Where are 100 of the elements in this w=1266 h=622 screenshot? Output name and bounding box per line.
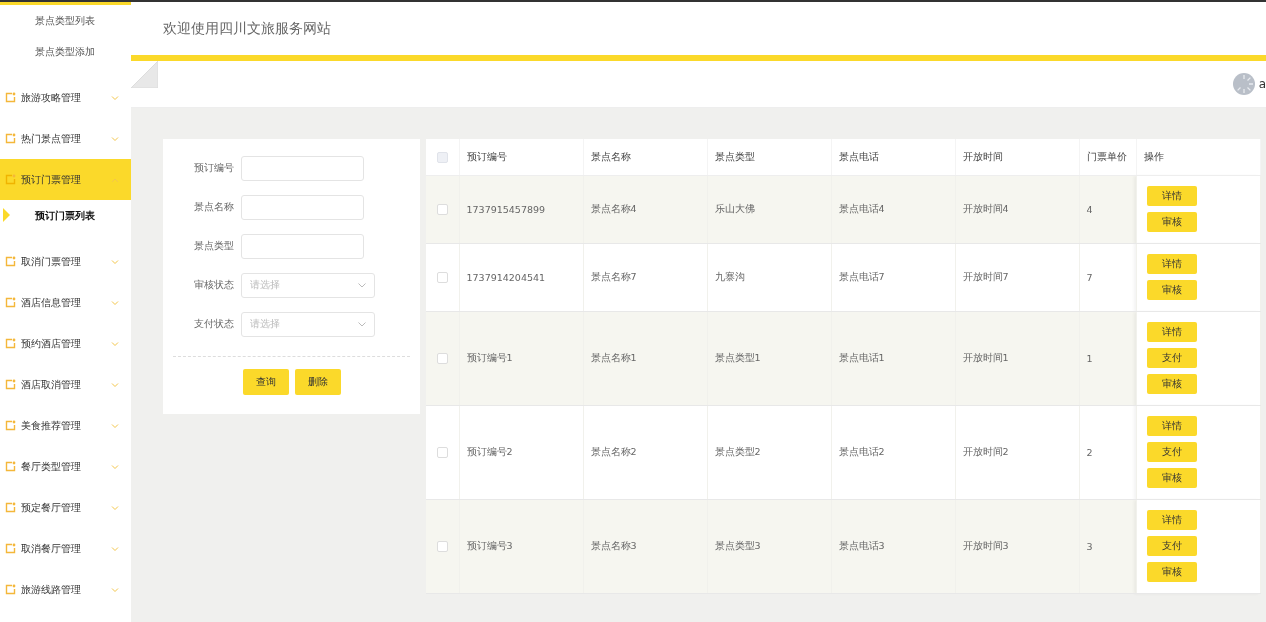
folder-icon	[5, 584, 16, 595]
folder-icon	[5, 420, 16, 431]
chevron-icon	[111, 586, 119, 593]
checkbox[interactable]	[436, 447, 448, 458]
fold-icon[interactable]	[131, 61, 158, 88]
action-button[interactable]: 审核	[1146, 562, 1197, 582]
folder-icon	[5, 256, 16, 267]
table-cell: 3	[1079, 499, 1136, 594]
menu-item[interactable]: 取消门票管理	[0, 241, 131, 282]
table-cell: 景点类型1	[707, 311, 831, 406]
table-cell: 开放时间7	[955, 243, 1079, 312]
column-header: 操作	[1136, 139, 1260, 176]
submenu-item[interactable]: 预订门票列表	[0, 200, 131, 231]
column-header: 景点电话	[831, 139, 955, 176]
table-cell: 开放时间1	[955, 311, 1079, 406]
menu-item[interactable]: 热门景点管理	[0, 118, 131, 159]
checkbox[interactable]	[436, 151, 448, 163]
action-button[interactable]: 详情	[1146, 416, 1197, 436]
chevron-icon	[358, 283, 366, 288]
menu-item[interactable]: 预订门票管理	[0, 159, 131, 200]
field-label: 审核状态	[193, 279, 234, 292]
table-cell: 7	[1079, 243, 1136, 312]
checkbox[interactable]	[436, 541, 448, 552]
submenu-item[interactable]: 景点类型列表	[0, 5, 131, 36]
table-cell: 景点名称2	[583, 405, 707, 500]
folder-icon	[5, 338, 16, 349]
menu-item[interactable]: 旅游攻略管理	[0, 77, 131, 118]
action-button[interactable]: 支付	[1146, 348, 1197, 368]
folder-icon	[5, 543, 16, 554]
table-cell: 景点电话1	[831, 311, 955, 406]
table-cell: 预订编号2	[459, 405, 583, 500]
table-cell: 开放时间4	[955, 175, 1079, 244]
table-cell: 景点类型2	[707, 405, 831, 500]
folder-icon	[5, 92, 16, 103]
column-header: 开放时间	[955, 139, 1079, 176]
action-button[interactable]: 审核	[1146, 280, 1197, 300]
checkbox[interactable]	[436, 353, 448, 364]
column-header: 预订编号	[459, 139, 583, 176]
table-cell: 景点类型3	[707, 499, 831, 594]
table-cell: 开放时间2	[955, 405, 1079, 500]
menu-item[interactable]: 餐厅类型管理	[0, 446, 131, 487]
menu-item[interactable]: 酒店取消管理	[0, 364, 131, 405]
chevron-icon	[111, 94, 119, 101]
delete-button[interactable]: 删除	[294, 369, 341, 395]
field-label: 预订编号	[193, 162, 234, 175]
field-label: 景点类型	[193, 240, 234, 253]
input-field[interactable]	[241, 156, 364, 181]
table-cell: 预订编号1	[459, 311, 583, 406]
table-cell: 景点名称1	[583, 311, 707, 406]
search-button[interactable]: 查询	[242, 369, 289, 395]
avatar-icon[interactable]	[1232, 73, 1255, 95]
chevron-icon	[111, 299, 119, 306]
action-button[interactable]: 详情	[1146, 510, 1197, 530]
chevron-icon	[111, 545, 119, 552]
input-field[interactable]	[241, 195, 364, 220]
chevron-icon	[358, 322, 366, 327]
field-label: 支付状态	[193, 318, 234, 331]
menu-item[interactable]: 取消餐厅管理	[0, 528, 131, 569]
checkbox[interactable]	[436, 272, 448, 283]
menu-item[interactable]: 预约酒店管理	[0, 323, 131, 364]
triangle-icon	[3, 208, 10, 222]
folder-icon	[5, 461, 16, 472]
action-button[interactable]: 支付	[1146, 442, 1197, 462]
chevron-icon	[111, 463, 119, 470]
table-cell: 景点电话2	[831, 405, 955, 500]
input-field[interactable]	[241, 234, 364, 259]
action-button[interactable]: 审核	[1146, 374, 1197, 394]
table-cell: 2	[1079, 405, 1136, 500]
table-cell: 景点名称4	[583, 175, 707, 244]
submenu-item[interactable]: 景点类型添加	[0, 36, 131, 67]
table-cell: 乐山大佛	[707, 175, 831, 244]
folder-icon	[5, 502, 16, 513]
chevron-icon	[111, 504, 119, 511]
table-cell: 九寨沟	[707, 243, 831, 312]
menu-item[interactable]: 预定餐厅管理	[0, 487, 131, 528]
action-button[interactable]: 详情	[1146, 254, 1197, 274]
table-cell: 景点电话3	[831, 499, 955, 594]
table-cell: 4	[1079, 175, 1136, 244]
folder-icon	[5, 133, 16, 144]
table-cell: 1	[1079, 311, 1136, 406]
checkbox[interactable]	[436, 204, 448, 215]
table-cell: 1737914204541	[459, 243, 583, 312]
menu-item[interactable]: 旅游线路管理	[0, 569, 131, 610]
action-button[interactable]: 详情	[1146, 186, 1197, 206]
field-label: 景点名称	[193, 201, 234, 214]
chevron-icon	[111, 381, 119, 388]
chevron-icon	[111, 258, 119, 265]
table-cell: 景点名称7	[583, 243, 707, 312]
menu-item[interactable]: 美食推荐管理	[0, 405, 131, 446]
user-name[interactable]: a	[1258, 77, 1266, 91]
action-button[interactable]: 支付	[1146, 536, 1197, 556]
folder-icon	[5, 379, 16, 390]
action-button[interactable]: 详情	[1146, 322, 1197, 342]
column-header: 景点名称	[583, 139, 707, 176]
action-button[interactable]: 审核	[1146, 212, 1197, 232]
column-header: 门票单价	[1079, 139, 1136, 176]
action-button[interactable]: 审核	[1146, 468, 1197, 488]
site-title: 欢迎使用四川文旅服务网站	[163, 19, 331, 38]
menu-item[interactable]: 酒店信息管理	[0, 282, 131, 323]
table-cell: 开放时间3	[955, 499, 1079, 594]
